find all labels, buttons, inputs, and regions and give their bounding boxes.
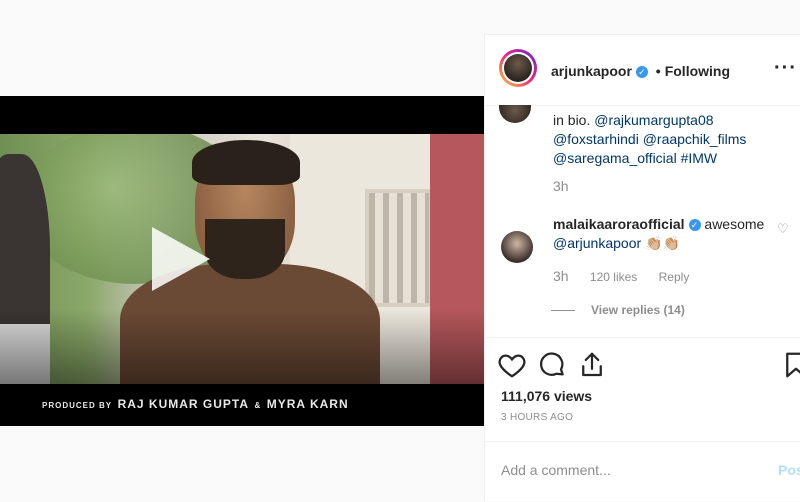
mention-link[interactable]: @arjunkapoor <box>553 235 641 251</box>
bookmark-icon[interactable] <box>781 350 800 380</box>
view-count: 111,076 views <box>501 388 593 404</box>
video-frame <box>0 134 484 384</box>
comment-username[interactable]: malaikaaroraofficial <box>553 216 685 232</box>
post-panel: arjunkapoor ✓ • Following ··· in bio. @raj… <box>484 34 800 501</box>
comment-composer: Add a comment... Post <box>485 441 800 502</box>
video-credit: PRODUCED BY RAJ KUMAR GUPTA & MYRA KARN <box>42 397 349 411</box>
verified-icon: ✓ <box>635 66 648 79</box>
action-bar: 111,076 views 3 HOURS AGO <box>485 337 800 458</box>
post-header: arjunkapoor ✓ • Following ··· <box>485 35 800 106</box>
post-button[interactable]: Post <box>778 462 800 478</box>
caption-avatar[interactable] <box>499 105 531 123</box>
mention-link[interactable]: @foxstarhindi <box>553 131 639 147</box>
clap-emoji: 👏🏼👏🏼 <box>645 235 680 251</box>
caption-text: in bio. @rajkumargupta08 @foxstarhindi @… <box>553 112 747 166</box>
comment-icon[interactable] <box>537 350 567 380</box>
play-icon[interactable] <box>152 227 210 291</box>
mention-link[interactable]: @raapchik_films <box>643 131 747 147</box>
more-icon[interactable]: ··· <box>774 57 797 80</box>
comment-time[interactable]: 3h <box>553 268 569 284</box>
username[interactable]: arjunkapoor <box>551 63 632 79</box>
mention-link[interactable]: @saregama_official <box>553 150 677 166</box>
comment-text: awesome <box>704 216 765 232</box>
reply-button[interactable]: Reply <box>659 270 690 284</box>
heart-icon[interactable] <box>497 350 527 380</box>
separator: • <box>655 63 661 79</box>
view-replies-button[interactable]: View replies (14) <box>551 303 685 317</box>
comment-likes[interactable]: 120 likes <box>590 270 637 284</box>
comment-like-icon[interactable]: ♡ <box>777 221 789 237</box>
comment-body: malaikaaroraofficial ✓ awesome @arjunkapo… <box>553 215 773 253</box>
following-button[interactable]: Following <box>665 63 730 79</box>
video-player[interactable]: PRODUCED BY RAJ KUMAR GUPTA & MYRA KARN <box>0 96 484 426</box>
comment-meta: 3h 120 likes Reply <box>553 268 707 284</box>
mention-link[interactable]: @rajkumargupta08 <box>594 112 713 128</box>
caption-time[interactable]: 3h <box>553 178 569 194</box>
comment-avatar[interactable] <box>501 231 533 263</box>
verified-icon: ✓ <box>688 219 701 232</box>
avatar[interactable] <box>499 49 537 87</box>
share-icon[interactable] <box>577 350 607 380</box>
comments-list: in bio. @rajkumargupta08 @foxstarhindi @… <box>485 105 800 335</box>
comment-input[interactable]: Add a comment... <box>501 462 611 478</box>
post-time[interactable]: 3 HOURS AGO <box>501 412 573 423</box>
hashtag-link[interactable]: #IMW <box>681 150 718 166</box>
